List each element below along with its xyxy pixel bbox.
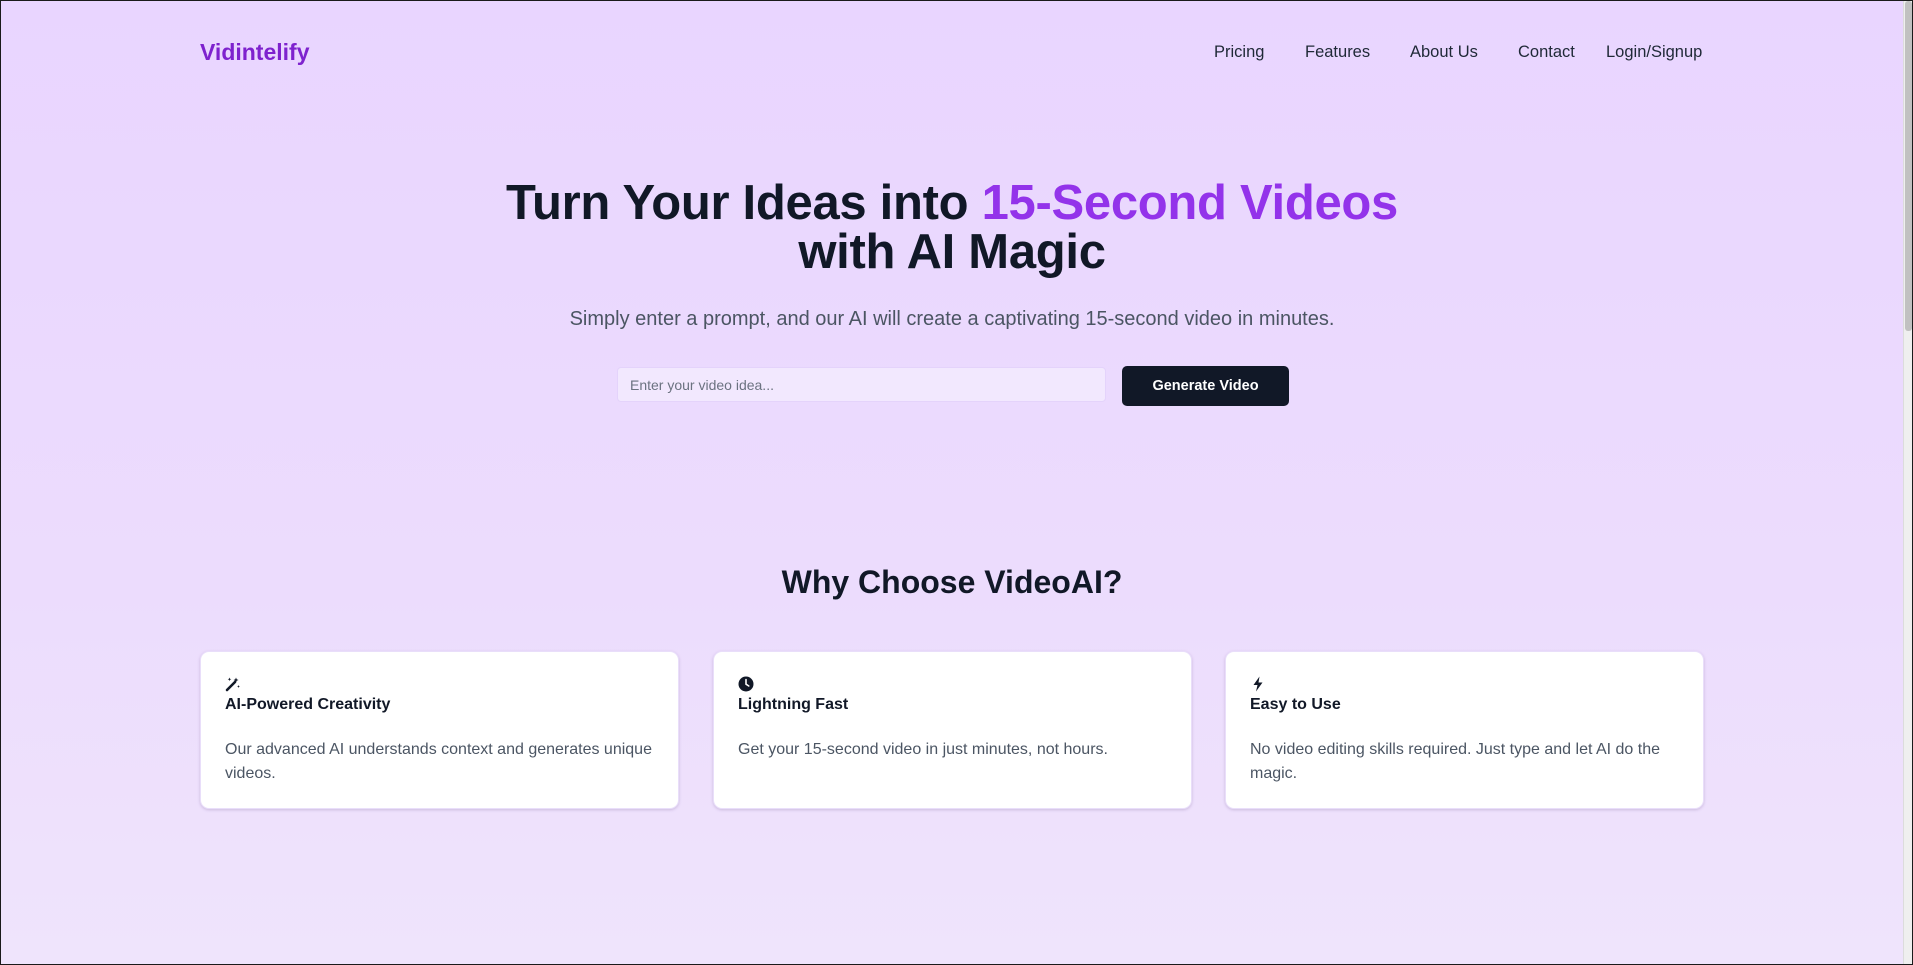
feature-card-title: Easy to Use xyxy=(1250,696,1341,713)
hero-title-part2: with AI Magic xyxy=(798,225,1106,279)
nav-link-login-signup[interactable]: Login/Signup xyxy=(1606,43,1702,62)
feature-card-description: Get your 15-second video in just minutes… xyxy=(738,741,1108,758)
feature-card-description: Our advanced AI understands context and … xyxy=(225,741,652,782)
nav-link-contact[interactable]: Contact xyxy=(1518,43,1575,62)
scrollbar-thumb[interactable] xyxy=(1905,1,1912,331)
page-viewport: Vidintelify Pricing Features About Us Co… xyxy=(1,1,1903,964)
clock-icon xyxy=(738,676,754,692)
nav-links: Pricing Features About Us Contact Login/… xyxy=(1,43,1903,67)
nav-link-pricing[interactable]: Pricing xyxy=(1214,43,1264,62)
hero-subtitle: Simply enter a prompt, and our AI will c… xyxy=(569,308,1335,330)
magic-wand-icon xyxy=(225,677,240,692)
lightning-bolt-icon xyxy=(1253,676,1263,692)
feature-card-ai-powered: AI-Powered Creativity Our advanced AI un… xyxy=(200,651,679,809)
feature-card-description: No video editing skills required. Just t… xyxy=(1250,741,1661,782)
video-idea-input[interactable] xyxy=(617,367,1106,402)
top-navbar: Vidintelify Pricing Features About Us Co… xyxy=(1,1,1903,105)
feature-card-title: Lightning Fast xyxy=(738,696,849,713)
features-title: Why Choose VideoAI? xyxy=(781,564,1123,600)
feature-card-lightning-fast: Lightning Fast Get your 15-second video … xyxy=(713,651,1192,809)
nav-link-features[interactable]: Features xyxy=(1305,43,1370,62)
nav-link-about-us[interactable]: About Us xyxy=(1410,43,1478,62)
hero-title-accent: 15-Second Videos xyxy=(981,176,1399,230)
hero-title: Turn Your Ideas into 15-Second Videos wi… xyxy=(1,179,1903,277)
generate-video-button[interactable]: Generate Video xyxy=(1122,366,1289,406)
feature-card-easy-to-use: Easy to Use No video editing skills requ… xyxy=(1225,651,1704,809)
feature-card-title: AI-Powered Creativity xyxy=(225,696,391,713)
page-scrollbar[interactable] xyxy=(1903,1,1912,964)
hero-title-part1: Turn Your Ideas into xyxy=(506,176,982,230)
